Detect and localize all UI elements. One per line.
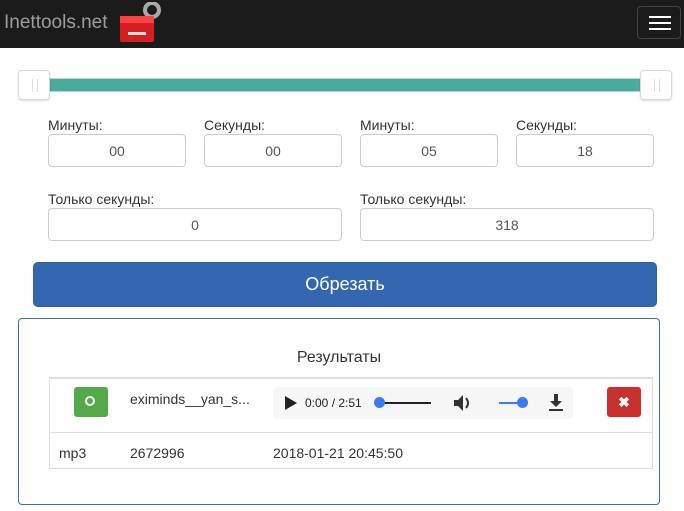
audio-progress-bar[interactable]	[379, 402, 431, 404]
download-icon[interactable]	[548, 394, 564, 412]
file-info-row: mp3 2672996 2018-01-21 20:45:50	[50, 432, 652, 469]
volume-icon[interactable]	[454, 394, 472, 412]
file-name: eximinds__yan_s...	[130, 391, 250, 407]
range-end-handle[interactable]	[640, 70, 672, 100]
results-title: Результаты	[296, 349, 382, 366]
file-date: 2018-01-21 20:45:50	[273, 445, 403, 461]
file-format: mp3	[59, 445, 87, 461]
toolbox-logo-icon	[120, 2, 161, 42]
brand-link[interactable]: Inettools.net	[4, 12, 108, 34]
start-only-seconds-label: Только секунды:	[48, 191, 155, 207]
range-start-handle[interactable]	[18, 70, 50, 100]
download-button[interactable]	[74, 387, 108, 417]
delete-button[interactable]: ✖	[607, 387, 641, 417]
cut-button[interactable]: Обрезать	[33, 262, 657, 307]
start-seconds-input[interactable]	[204, 134, 342, 167]
navbar: Inettools.net	[0, 0, 684, 48]
start-minutes-input[interactable]	[48, 134, 186, 167]
start-seconds-label: Секунды:	[204, 117, 266, 133]
end-only-seconds-label: Только секунды:	[360, 191, 467, 207]
results-panel: Результаты eximinds__yan_s... 0:00 / 2:5…	[18, 318, 660, 505]
play-icon[interactable]	[285, 396, 297, 410]
file-size: 2672996	[130, 445, 185, 461]
results-table: eximinds__yan_s... 0:00 / 2:51 ✖ mp3 267…	[49, 377, 653, 469]
volume-thumb[interactable]	[517, 397, 528, 408]
start-only-seconds-input[interactable]	[48, 208, 342, 241]
end-only-seconds-input[interactable]	[360, 208, 654, 241]
range-slider-track[interactable]	[34, 78, 656, 92]
end-minutes-label: Минуты:	[360, 117, 415, 133]
audio-progress-thumb[interactable]	[374, 397, 385, 408]
audio-time: 0:00 / 2:51	[305, 396, 362, 410]
menu-toggle-button[interactable]	[637, 6, 681, 39]
end-minutes-input[interactable]	[360, 134, 498, 167]
end-seconds-input[interactable]	[516, 134, 654, 167]
end-seconds-label: Секунды:	[516, 117, 578, 133]
audio-player[interactable]: 0:00 / 2:51	[273, 387, 573, 419]
start-minutes-label: Минуты:	[48, 117, 103, 133]
